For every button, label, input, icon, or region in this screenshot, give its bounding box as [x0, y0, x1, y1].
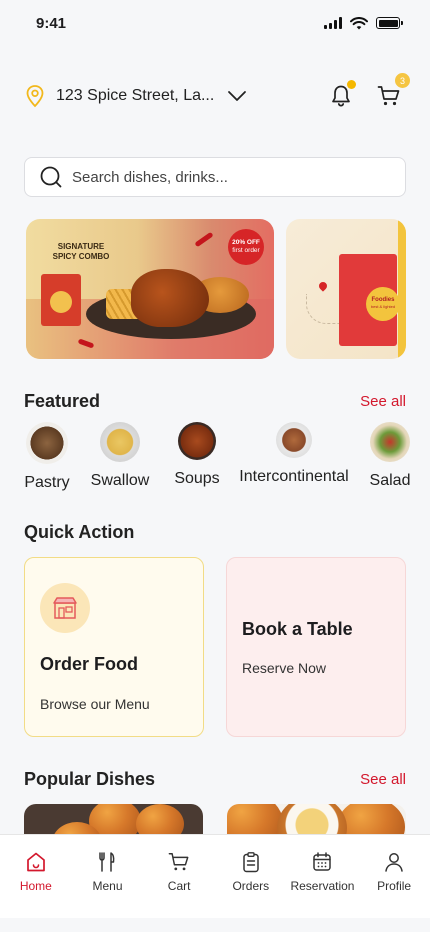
nav-label: Orders: [232, 879, 270, 893]
category-item-pastry[interactable]: Pastry: [24, 422, 70, 492]
promo-carousel[interactable]: SIGNATURE SPICY COMBO 20% OFF first orde…: [0, 219, 406, 359]
nav-label: Profile: [377, 879, 412, 893]
category-label: Swallow: [90, 472, 150, 489]
nav-reservation[interactable]: Reservation: [287, 851, 357, 893]
cart-icon: [168, 853, 189, 871]
quick-actions: Order Food Browse our Menu Book a Table …: [0, 557, 430, 737]
category-item-soups[interactable]: Soups: [174, 422, 220, 492]
featured-title: Featured: [24, 391, 101, 411]
discount-text: 20% OFF: [232, 239, 260, 247]
book-table-subtitle: Reserve Now: [242, 660, 327, 676]
bottom-navigation: Home Menu Cart Orders Reservation Profil…: [0, 834, 430, 918]
salad-dish-image: [370, 422, 410, 462]
search-input[interactable]: [72, 168, 391, 186]
location-text: 123 Spice Street, La...: [56, 87, 215, 104]
popular-dishes-header: Popular Dishes See all: [0, 769, 430, 790]
search-bar[interactable]: [24, 157, 406, 197]
location-selector[interactable]: 123 Spice Street, La...: [24, 84, 248, 108]
chili-pepper-image: [194, 231, 214, 248]
popular-see-all-link[interactable]: See all: [360, 771, 406, 788]
status-icons: [324, 16, 403, 30]
notification-dot: [347, 80, 356, 89]
wifi-icon: [350, 16, 368, 29]
category-label: Intercontinental: [239, 468, 349, 485]
grilled-chicken-image: [131, 269, 209, 327]
quick-action-header: Quick Action: [0, 522, 430, 543]
cart-button[interactable]: 3: [376, 73, 410, 109]
header: 123 Spice Street, La... 3: [0, 46, 430, 124]
battery-icon: [376, 17, 403, 29]
search-icon: [40, 166, 62, 188]
nav-cart[interactable]: Cart: [144, 851, 214, 893]
banner-title: SIGNATURE SPICY COMBO: [52, 242, 110, 261]
swallow-dish-image: [100, 422, 140, 462]
popular-dishes-title: Popular Dishes: [24, 769, 156, 789]
pasta-dish-image: [276, 422, 312, 458]
cart-count-badge: 3: [395, 73, 410, 88]
order-food-subtitle: Browse our Menu: [40, 696, 150, 712]
book-table-card[interactable]: Book a Table Reserve Now: [226, 557, 406, 737]
map-pin-graphic: [317, 280, 329, 292]
category-label: Soups: [174, 470, 220, 487]
order-food-card[interactable]: Order Food Browse our Menu: [24, 557, 204, 737]
discount-badge: 20% OFF first order: [228, 229, 264, 265]
nav-label: Home: [19, 879, 52, 893]
user-icon: [385, 853, 403, 872]
soup-dish-image: [178, 422, 216, 460]
takeaway-box-image: [41, 274, 81, 326]
featured-header: Featured See all: [0, 391, 430, 412]
nav-profile[interactable]: Profile: [359, 851, 429, 893]
cart-icon: [377, 86, 400, 106]
notifications-button[interactable]: [328, 80, 356, 109]
category-item-swallow[interactable]: Swallow: [90, 422, 150, 492]
nav-menu[interactable]: Menu: [72, 851, 142, 893]
home-icon: [26, 852, 45, 872]
chevron-down-icon: [228, 91, 247, 101]
featured-categories: Pastry Swallow Soups Intercontinental Sa…: [0, 422, 430, 492]
calendar-icon: [313, 852, 332, 871]
nav-label: Cart: [167, 879, 191, 893]
category-label: Pastry: [24, 474, 70, 491]
clipboard-icon: [243, 852, 259, 873]
promo-banner-spicy-combo[interactable]: SIGNATURE SPICY COMBO 20% OFF first orde…: [26, 219, 274, 359]
status-time: 9:41: [36, 14, 67, 32]
category-item-intercontinental[interactable]: Intercontinental: [236, 422, 352, 492]
cellular-signal-icon: [324, 17, 342, 29]
pastry-dish-image: [26, 422, 68, 464]
foodies-logo: Foodies best & lighted: [366, 287, 400, 321]
location-pin-icon: [26, 85, 44, 108]
status-bar: 9:41: [0, 0, 430, 46]
category-label: Salad: [369, 472, 411, 489]
book-table-title: Book a Table: [242, 619, 353, 639]
nav-orders[interactable]: Orders: [216, 851, 286, 893]
category-item-salad[interactable]: Salad: [370, 422, 410, 492]
nav-home[interactable]: Home: [1, 851, 71, 893]
fork-knife-icon: [99, 852, 115, 872]
header-actions: 3: [328, 73, 410, 109]
discount-subtext: first order: [232, 247, 260, 254]
promo-banner-foodies-delivery[interactable]: Foodies best & lighted: [286, 219, 406, 359]
order-food-title: Order Food: [40, 654, 138, 674]
nav-label: Reservation: [290, 879, 355, 893]
restaurant-store-icon: [40, 583, 90, 633]
nav-label: Menu: [92, 879, 123, 893]
featured-see-all-link[interactable]: See all: [360, 393, 406, 410]
quick-action-title: Quick Action: [24, 522, 135, 542]
